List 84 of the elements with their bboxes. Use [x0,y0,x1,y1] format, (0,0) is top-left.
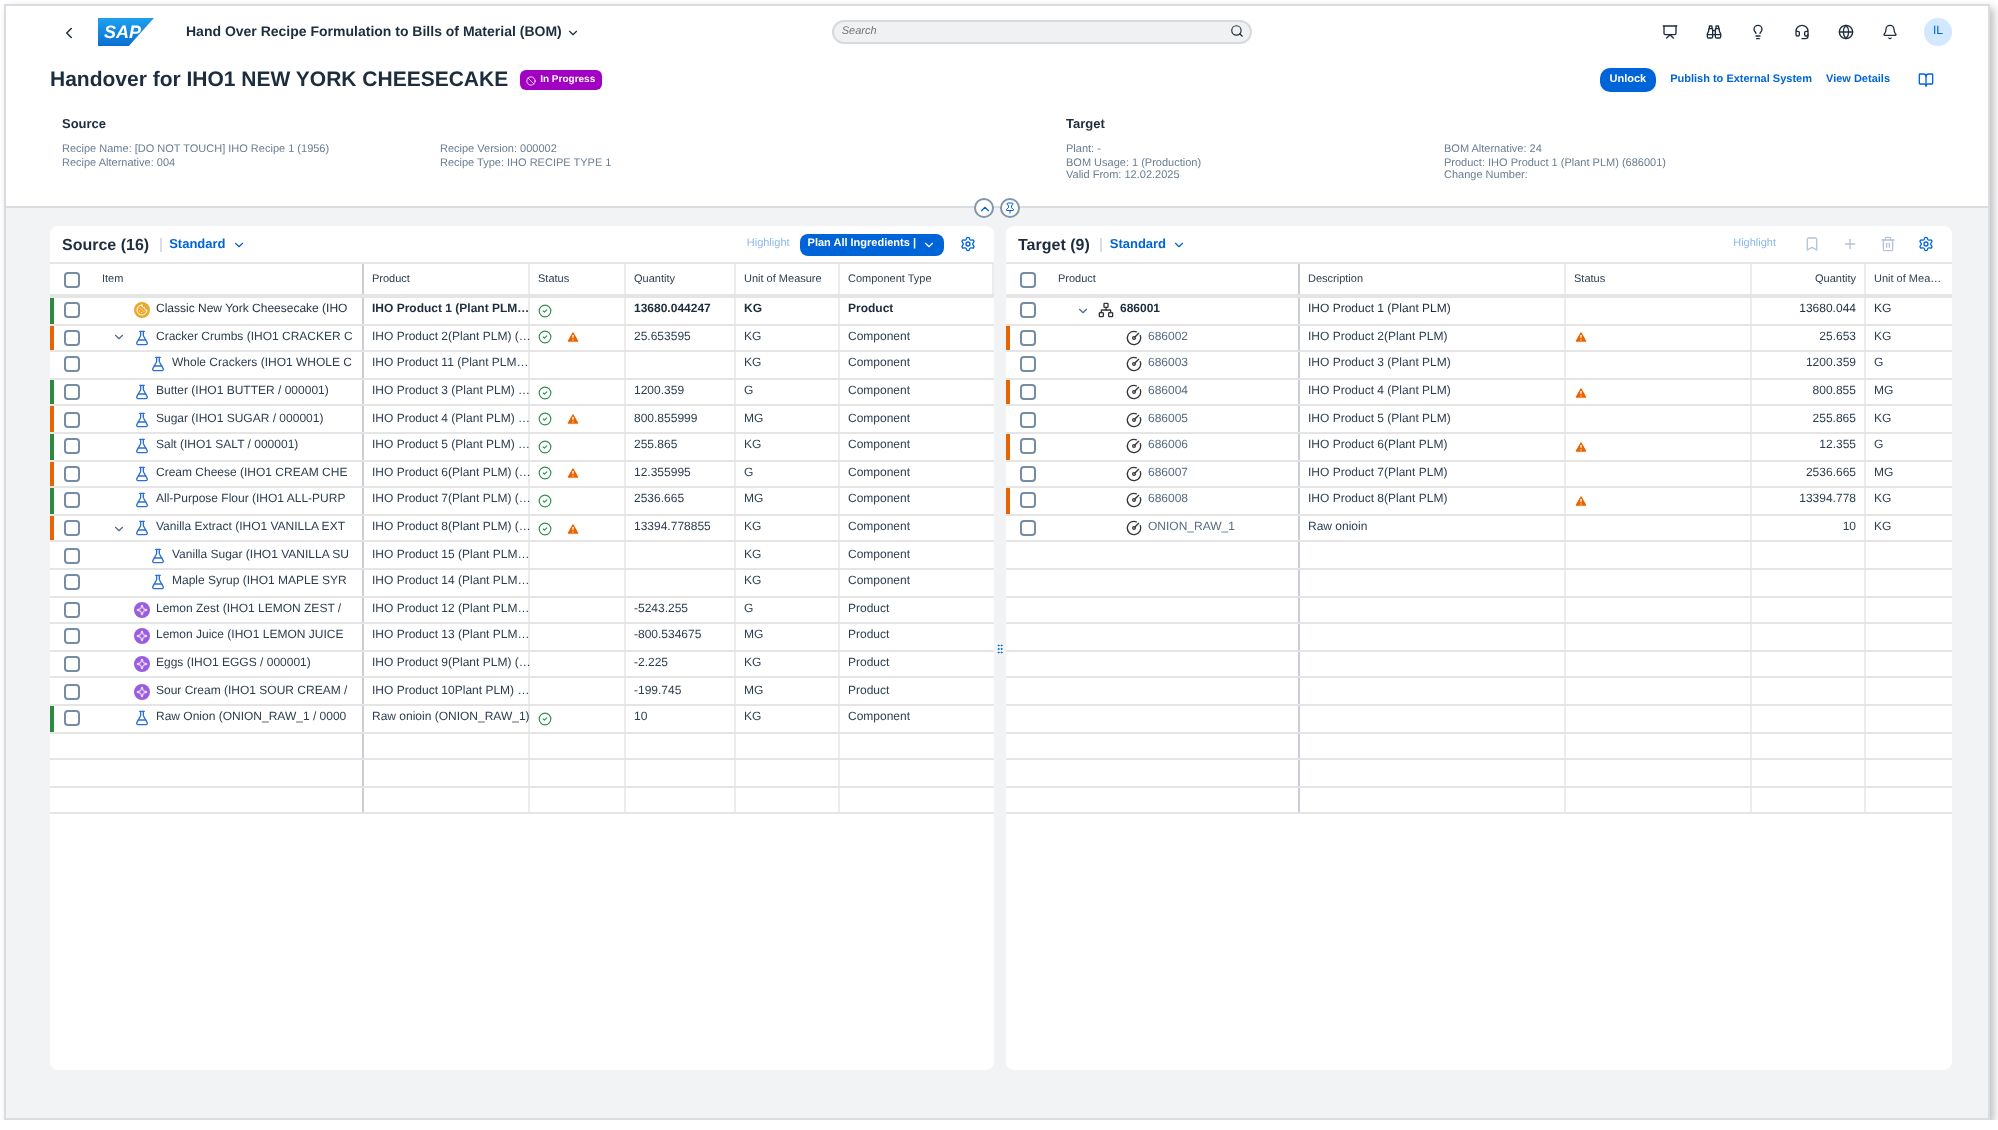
presentation-icon [1662,24,1678,40]
caret-icon [1172,237,1187,251]
expand-toggle[interactable] [112,330,128,345]
row-checkbox[interactable] [1020,520,1036,537]
row-checkbox[interactable] [1020,384,1036,401]
headset-icon [1794,24,1810,40]
row-checkbox[interactable] [64,302,80,319]
sparkle-icon [134,628,150,645]
caret-icon [231,237,246,251]
binoculars-icon [1706,24,1722,40]
sparkle-icon [134,683,150,700]
gauge-icon [1126,520,1142,537]
gauge-icon [1126,384,1142,401]
row-checkbox[interactable] [64,411,80,428]
settings-icon [960,236,976,252]
flask-icon [134,492,150,509]
flask-icon [134,438,150,455]
row-checkbox[interactable] [64,547,80,564]
caret-icon [922,237,936,251]
panel-title: Target (9) [1018,235,1090,253]
globe-icon [1838,24,1854,40]
caret-icon [565,25,580,39]
flask-icon [134,411,150,428]
collapse-header-button[interactable] [974,198,994,218]
select-all-checkbox[interactable] [64,271,80,287]
gauge-icon [1126,356,1142,373]
expand-toggle[interactable] [1076,303,1092,318]
flask-icon [150,547,166,564]
bookmark-icon [1804,236,1820,252]
chevron-down-icon [112,330,126,345]
gauge-icon [1126,492,1142,509]
row-checkbox[interactable] [64,574,80,591]
trash-icon [1880,236,1896,252]
cookie-icon [134,302,150,319]
gauge-icon [1126,438,1142,455]
row-checkbox[interactable] [64,356,80,373]
row-checkbox[interactable] [1020,465,1036,482]
row-checkbox[interactable] [1020,492,1036,509]
row-checkbox[interactable] [64,656,80,673]
row-checkbox[interactable] [64,384,80,401]
gauge-icon [1126,329,1142,346]
row-checkbox[interactable] [1020,356,1036,373]
flask-icon [134,384,150,401]
chevron-up-icon [977,201,991,215]
sparkle-icon [134,656,150,673]
hierarchy-icon [1098,302,1114,319]
page-title: Handover for IHO1 NEW YORK CHEESECAKE [50,68,509,92]
chevron-down-icon [1076,303,1090,318]
pin-icon [1004,202,1016,214]
flask-icon [134,710,150,727]
blocked-icon [526,75,537,85]
panel-title: Source (16) [62,235,150,253]
flask-icon [150,574,166,591]
gauge-icon [1126,465,1142,482]
flask-icon [134,329,150,346]
book-icon [1918,72,1934,88]
flask-icon [134,520,150,537]
row-checkbox[interactable] [1020,438,1036,455]
row-checkbox[interactable] [64,329,80,346]
flask-icon [134,465,150,482]
row-checkbox[interactable] [64,628,80,645]
chevron-down-icon [112,521,126,536]
logo[interactable]: SAP [98,18,154,46]
row-checkbox[interactable] [64,601,80,618]
expand-toggle[interactable] [112,521,128,536]
row-checkbox[interactable] [64,710,80,727]
bell-icon [1882,24,1898,40]
row-checkbox[interactable] [1020,411,1036,428]
row-checkbox[interactable] [64,438,80,455]
sparkle-icon [134,601,150,618]
row-checkbox[interactable] [64,465,80,482]
row-checkbox[interactable] [1020,302,1036,319]
select-all-checkbox[interactable] [1020,271,1036,287]
row-checkbox[interactable] [64,492,80,509]
row-checkbox[interactable] [64,683,80,700]
lightbulb-icon [1750,24,1766,40]
settings-icon [1918,236,1934,252]
gauge-icon [1126,411,1142,428]
row-checkbox[interactable] [64,520,80,537]
search-icon [1229,24,1244,38]
row-checkbox[interactable] [1020,329,1036,346]
plus-icon [1842,236,1858,252]
flask-icon [150,356,166,373]
pin-button[interactable] [1000,198,1020,218]
